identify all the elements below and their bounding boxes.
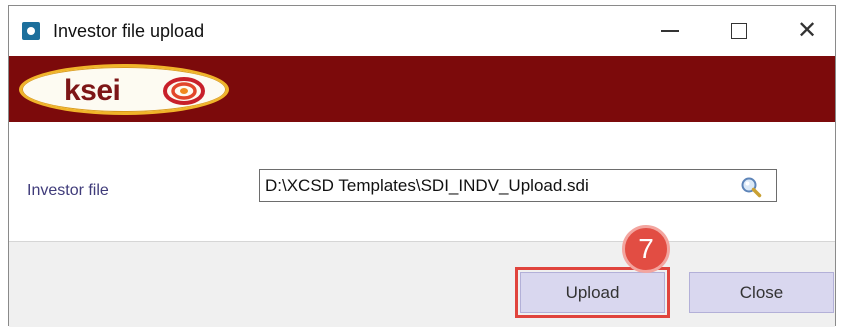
step-number-badge: 7 <box>622 225 670 273</box>
maximize-button[interactable] <box>711 6 767 56</box>
title-bar[interactable]: Investor file upload ✕ <box>9 6 835 56</box>
app-icon <box>22 22 40 40</box>
close-window-button[interactable]: ✕ <box>779 6 835 56</box>
ksei-logo: ksei <box>19 64 229 115</box>
logo-swirl-icon <box>163 77 205 105</box>
window-title: Investor file upload <box>53 21 205 41</box>
brand-banner: ksei <box>9 56 835 122</box>
logo-text: ksei <box>64 74 121 107</box>
form-area: Investor file <box>9 122 835 241</box>
dialog-footer: Upload Close <box>9 241 835 327</box>
close-button[interactable]: Close <box>689 272 834 313</box>
investor-file-label: Investor file <box>27 182 109 199</box>
investor-file-input[interactable] <box>259 169 777 202</box>
maximize-icon <box>731 23 747 39</box>
close-icon: ✕ <box>796 17 818 44</box>
minimize-button[interactable] <box>642 6 698 56</box>
search-icon[interactable] <box>740 176 762 198</box>
upload-dialog-window: Investor file upload ✕ ksei Investor fil… <box>8 5 836 327</box>
upload-button[interactable]: Upload <box>520 272 665 313</box>
minimize-icon <box>661 30 679 32</box>
